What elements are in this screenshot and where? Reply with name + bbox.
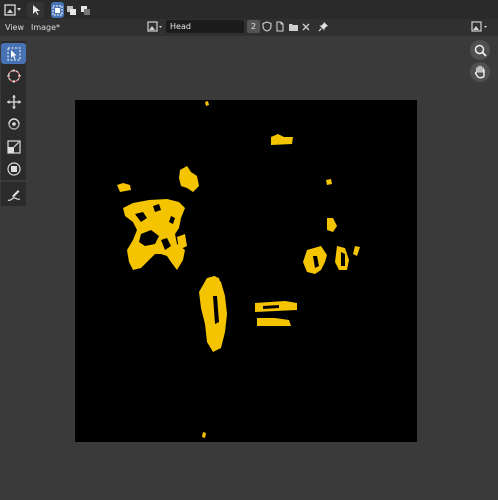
image-users-count: 2: [247, 20, 260, 33]
image-editor-icon[interactable]: [2, 2, 24, 18]
cursor-tool-icon[interactable]: [1, 65, 26, 86]
select-tool-icon[interactable]: [1, 43, 26, 64]
zoom-icon[interactable]: [470, 40, 490, 60]
annotate-tool-icon[interactable]: [1, 184, 26, 205]
cursor-select-icon[interactable]: [27, 2, 44, 18]
open-folder-icon[interactable]: [287, 20, 299, 33]
pan-hand-icon[interactable]: [470, 62, 490, 82]
rotate-tool-icon[interactable]: [1, 113, 26, 134]
transform-tool-icon[interactable]: [1, 158, 26, 179]
fake-user-shield-icon[interactable]: [261, 20, 273, 33]
select-box-icon[interactable]: [51, 2, 64, 18]
unlink-x-icon[interactable]: [300, 20, 312, 33]
image-browse-icon[interactable]: [146, 20, 164, 33]
image-canvas[interactable]: [75, 100, 417, 442]
scale-tool-icon[interactable]: [1, 136, 26, 157]
mask-islands: [117, 101, 360, 438]
duplicate-image-icon[interactable]: [274, 20, 286, 33]
move-tool-icon[interactable]: [1, 91, 26, 112]
top-bar: [0, 0, 498, 19]
menu-view[interactable]: View: [5, 23, 24, 32]
pin-icon[interactable]: [317, 20, 329, 33]
select-extend-icon[interactable]: [65, 2, 78, 18]
menu-image[interactable]: Image*: [31, 23, 60, 32]
image-name-field[interactable]: Head: [166, 20, 244, 33]
display-channels-icon[interactable]: [470, 20, 490, 33]
select-subtract-icon[interactable]: [79, 2, 92, 18]
